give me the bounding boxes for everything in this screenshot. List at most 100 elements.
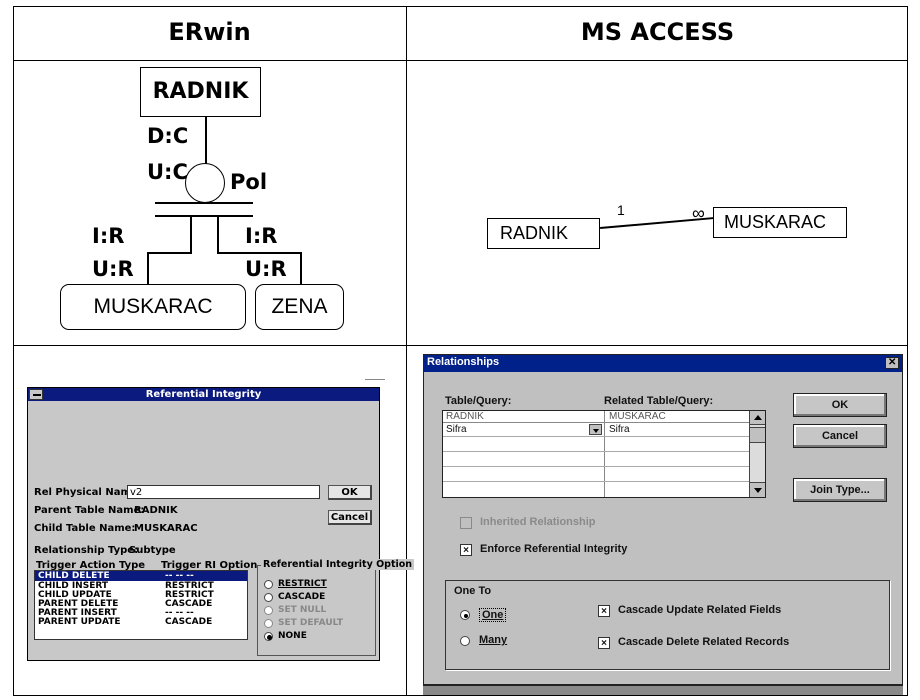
one-to-group-title: One To	[454, 585, 492, 597]
scroll-down-icon	[754, 488, 762, 493]
trigger-list[interactable]: CHILD DELETE -- -- -- CHILD INSERT RESTR…	[34, 570, 248, 640]
grid-row-empty[interactable]	[443, 438, 765, 452]
label-pol: Pol	[230, 170, 268, 194]
entity-radnik: RADNIK	[140, 67, 261, 117]
enforce-ri-checkbox[interactable]: × Enforce Referential Integrity	[460, 543, 760, 559]
checkbox-box	[460, 517, 472, 529]
checkbox-checked-icon: ×	[598, 605, 610, 617]
list-row-0[interactable]: CHILD DELETE -- -- --	[35, 571, 247, 581]
branch-left-vertical	[190, 216, 192, 253]
close-button[interactable]: ✕	[885, 357, 899, 369]
radio-none[interactable]: NONE	[264, 631, 372, 643]
subtype-bar-top	[155, 202, 253, 204]
radio-restrict[interactable]: RESTRICT	[264, 579, 372, 591]
grid-scrollbar[interactable]	[749, 411, 765, 497]
ri-option-group: Referential Integrity Option RESTRICT CA…	[257, 559, 415, 656]
join-type-button[interactable]: Join Type...	[793, 478, 887, 502]
subtype-discriminator-circle	[185, 163, 225, 203]
branch-right-horizontal	[217, 252, 301, 254]
radio-circle-selected	[264, 632, 273, 641]
cardinality-one: 1	[617, 202, 625, 218]
entity-zena: ZENA	[255, 284, 344, 330]
field-grid[interactable]: RADNIK MUSKARAC Sifra Sifra	[442, 410, 766, 498]
dropdown-button[interactable]	[589, 424, 602, 435]
radio-set-null: SET NULL	[264, 605, 372, 617]
radio-set-default: SET DEFAULT	[264, 618, 372, 630]
cascade-update-checkbox[interactable]: × Cascade Update Related Fields	[598, 604, 888, 620]
radio-label: RESTRICT	[278, 579, 327, 589]
access-ok-button[interactable]: OK	[793, 393, 887, 417]
dialog-title: Referential Integrity	[145, 389, 262, 400]
radio-circle	[264, 606, 273, 615]
checkbox-label: Cascade Delete Related Records	[618, 636, 790, 648]
scroll-thumb[interactable]	[750, 427, 765, 443]
parent-table-label: Parent Table Name:	[34, 505, 145, 516]
radio-cascade[interactable]: CASCADE	[264, 592, 372, 604]
row-action: PARENT UPDATE	[38, 617, 121, 627]
inherited-relationship-checkbox: Inherited Relationship	[460, 516, 760, 532]
branch-right-down	[300, 252, 302, 285]
rel-physical-name-input[interactable]: v2	[127, 485, 320, 499]
access-entity-radnik: RADNIK	[487, 218, 600, 249]
child-table-value: MUSKARAC	[134, 523, 198, 534]
label-uc: U:C	[147, 160, 188, 184]
grid-table-name: RADNIK	[446, 411, 484, 422]
checkbox-label: Inherited Relationship	[480, 516, 596, 528]
label-ur-right: U:R	[245, 257, 287, 281]
row-option: CASCADE	[165, 617, 213, 627]
radio-circle-selected	[460, 610, 470, 620]
access-dialog-title: Relationships	[427, 356, 500, 368]
cascade-delete-checkbox[interactable]: × Cascade Delete Related Records	[598, 636, 888, 652]
one-to-group	[445, 580, 890, 670]
radio-circle	[264, 580, 273, 589]
header-erwin: ERwin	[168, 18, 251, 46]
access-entity-muskarac: MUSKARAC	[713, 207, 847, 238]
dialog-titlebar: Referential Integrity	[28, 388, 379, 401]
access-cancel-button[interactable]: Cancel	[793, 424, 887, 448]
radio-label: SET DEFAULT	[278, 618, 344, 628]
grid-related-name: MUSKARAC	[609, 411, 666, 422]
branch-right-vertical	[217, 216, 219, 253]
access-window-bottom-strip	[423, 685, 903, 695]
ri-option-group-title: Referential Integrity Option	[261, 559, 415, 570]
access-titlebar: Relationships ✕	[424, 355, 902, 372]
radio-many[interactable]: Many	[460, 634, 540, 650]
close-icon: ✕	[888, 357, 897, 368]
radio-circle	[460, 636, 470, 646]
erwin-ri-dialog: Referential Integrity Rel Physical Name:…	[27, 387, 415, 661]
label-ir-right: I:R	[245, 224, 278, 248]
grid-row-empty[interactable]	[443, 468, 765, 482]
access-relationships-dialog: Relationships ✕ Table/Query: Related Tab…	[423, 354, 903, 685]
scroll-up-icon	[754, 415, 762, 420]
column-divider	[406, 6, 407, 696]
grid-row[interactable]: Sifra Sifra	[443, 423, 765, 437]
grid-field-left: Sifra	[446, 424, 467, 435]
cancel-button[interactable]: Cancel	[328, 510, 372, 525]
scroll-down-button[interactable]	[750, 482, 765, 497]
radio-dot	[464, 614, 468, 618]
checkbox-checked-icon: ×	[460, 544, 472, 556]
branch-left-down	[147, 252, 149, 285]
entity-muskarac: MUSKARAC	[60, 284, 246, 330]
radio-label: Many	[479, 634, 508, 646]
radio-label: NONE	[278, 631, 307, 641]
radio-label: SET NULL	[278, 605, 327, 615]
child-table-label: Child Table Name:	[34, 523, 136, 534]
radio-dot	[267, 635, 272, 640]
label-ir-left: I:R	[92, 224, 125, 248]
ok-button[interactable]: OK	[328, 485, 372, 500]
label-ur-left: U:R	[92, 257, 134, 281]
grid-row-empty[interactable]	[443, 453, 765, 467]
header-ms-access: MS ACCESS	[580, 18, 735, 46]
radio-label: CASCADE	[278, 592, 326, 602]
radio-one[interactable]: One	[460, 608, 540, 624]
radio-circle	[264, 619, 273, 628]
label-dc: D:C	[147, 124, 189, 148]
grid-field-right: Sifra	[609, 424, 630, 435]
radio-label: One	[479, 608, 507, 622]
scroll-up-button[interactable]	[750, 411, 765, 425]
row-option: -- -- --	[165, 571, 194, 581]
col-table-query: Table/Query:	[445, 395, 512, 407]
list-row-5[interactable]: PARENT UPDATE CASCADE	[35, 617, 247, 627]
cardinality-many: ∞	[692, 203, 705, 223]
